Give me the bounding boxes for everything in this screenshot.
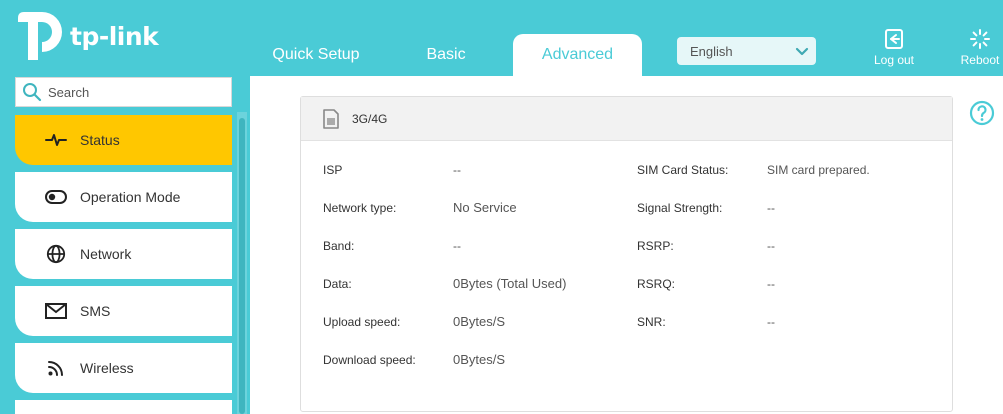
panel-title: 3G/4G [352, 111, 388, 126]
signal-strength-value: -- [767, 201, 775, 215]
tab-quick-setup[interactable]: Quick Setup [252, 34, 380, 76]
brand-name: tp-link [70, 22, 159, 51]
chevron-down-icon [795, 47, 809, 56]
pulse-icon [45, 129, 67, 151]
envelope-icon [45, 300, 67, 322]
network-type-label: Network type: [323, 201, 397, 215]
band-value: -- [453, 239, 461, 253]
band-label: Band: [323, 239, 355, 253]
logout-label: Log out [873, 53, 915, 67]
network-type-value: No Service [453, 200, 517, 215]
sidebar-item-sms[interactable]: SMS [15, 286, 232, 336]
sidebar-item-label: Status [80, 132, 120, 148]
wifi-icon [45, 357, 67, 379]
rsrq-value: -- [767, 277, 775, 291]
help-icon[interactable] [969, 100, 995, 126]
sidebar-scrollbar-thumb[interactable] [239, 118, 245, 414]
isp-value: -- [453, 163, 461, 177]
download-speed-value: 0Bytes/S [453, 352, 506, 367]
sidebar-item-operation-mode[interactable]: Operation Mode [15, 172, 232, 222]
search-box[interactable] [15, 77, 232, 107]
reboot-label: Reboot [960, 53, 1000, 67]
sidebar-item-partial [15, 400, 232, 414]
sidebar-item-label: Network [80, 246, 132, 262]
tp-link-logo: tp-link [14, 8, 164, 60]
tab-basic[interactable]: Basic [396, 34, 496, 76]
language-selected: English [690, 43, 733, 59]
search-icon [23, 83, 42, 102]
signal-strength-label: Signal Strength: [637, 201, 723, 215]
reboot-button[interactable]: Reboot [950, 28, 1003, 67]
rsrq-label: RSRQ: [637, 277, 676, 291]
toggle-icon [45, 186, 67, 208]
reboot-icon [970, 29, 990, 49]
download-speed-label: Download speed: [323, 353, 416, 367]
sim-card-icon [323, 108, 339, 129]
globe-icon [45, 243, 67, 265]
tab-advanced[interactable]: Advanced [513, 34, 642, 76]
logout-button[interactable]: Log out [864, 28, 924, 67]
sidebar-item-label: Operation Mode [80, 189, 181, 205]
sim-status-value: SIM card prepared. [767, 163, 870, 177]
sim-status-label: SIM Card Status: [637, 163, 729, 177]
rsrp-value: -- [767, 239, 775, 253]
upload-speed-value: 0Bytes/S [453, 314, 506, 329]
data-label: Data: [323, 277, 352, 291]
tp-link-logo-icon [18, 12, 62, 60]
rsrp-label: RSRP: [637, 239, 674, 253]
panel-header: 3G/4G [301, 97, 952, 141]
data-value: 0Bytes (Total Used) [453, 276, 567, 291]
snr-label: SNR: [637, 315, 666, 329]
search-input[interactable] [48, 84, 218, 100]
sidebar-item-wireless[interactable]: Wireless [15, 343, 232, 393]
sidebar-item-label: SMS [80, 303, 111, 319]
upload-speed-label: Upload speed: [323, 315, 401, 329]
sidebar-item-label: Wireless [80, 360, 134, 376]
logout-icon [885, 29, 903, 49]
snr-value: -- [767, 315, 775, 329]
sidebar-item-status[interactable]: Status [15, 115, 232, 165]
language-select[interactable]: English [677, 37, 816, 65]
isp-label: ISP [323, 163, 343, 177]
sidebar-item-network[interactable]: Network [15, 229, 232, 279]
